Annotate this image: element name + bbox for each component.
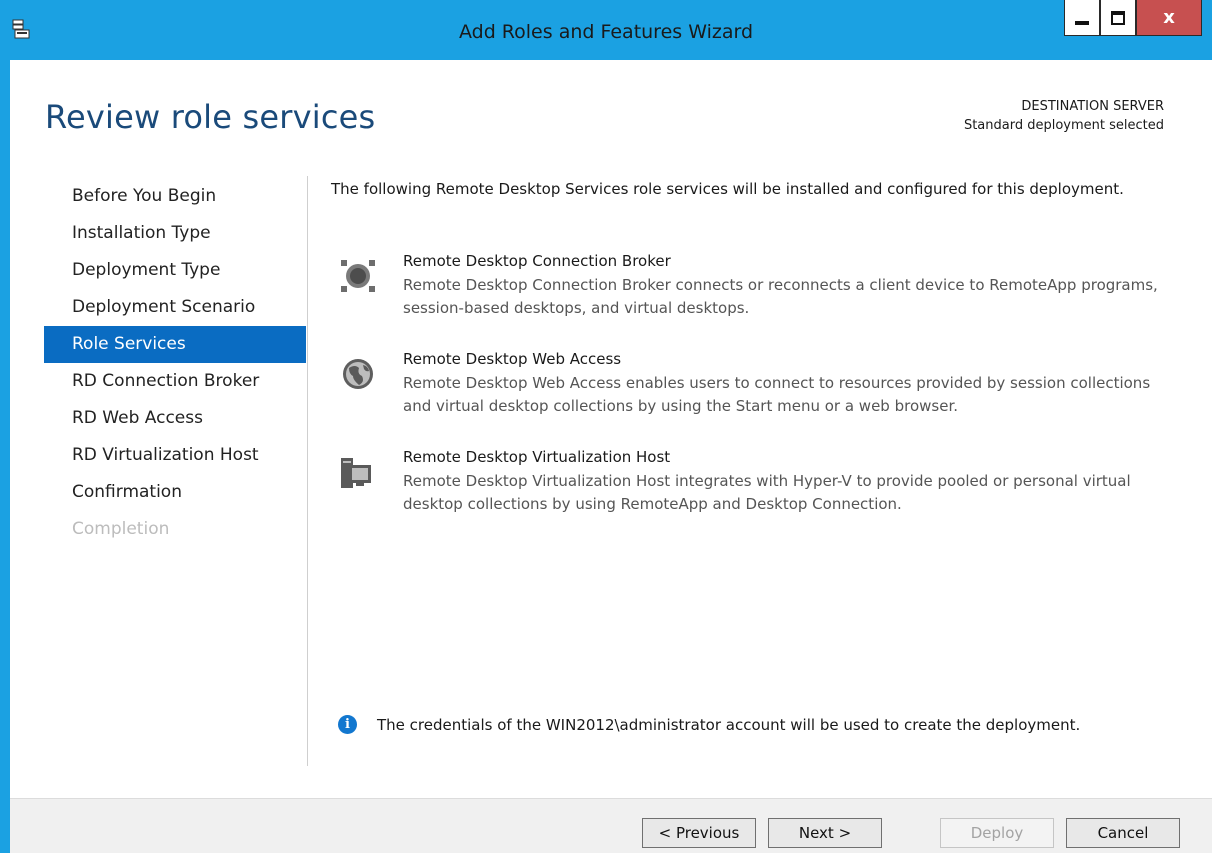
maximize-icon <box>1111 10 1125 25</box>
minimize-button[interactable] <box>1064 0 1100 36</box>
service-description: Remote Desktop Virtualization Host integ… <box>403 472 1131 513</box>
cancel-button[interactable]: Cancel <box>1066 818 1180 848</box>
next-button[interactable]: Next > <box>768 818 882 848</box>
intro-text: The following Remote Desktop Services ro… <box>331 180 1124 198</box>
nav-item-completion: Completion <box>72 519 170 539</box>
nav-item-rd-connection-broker[interactable]: RD Connection Broker <box>44 363 306 400</box>
connection-broker-icon <box>339 256 383 300</box>
nav-item-deployment-type[interactable]: Deployment Type <box>44 252 306 289</box>
destination-server-label: DESTINATION SERVER <box>1021 99 1164 114</box>
service-title: Remote Desktop Connection Broker <box>403 252 671 270</box>
window-title: Add Roles and Features Wizard <box>458 21 754 43</box>
nav-item-installation-type[interactable]: Installation Type <box>44 215 306 252</box>
service-title: Remote Desktop Virtualization Host <box>403 448 671 466</box>
close-button[interactable]: x <box>1136 0 1202 36</box>
credentials-info-text: The credentials of the WIN2012\administr… <box>377 715 1081 734</box>
wizard-client-area: Review role services DESTINATION SERVER … <box>10 60 1212 853</box>
deploy-button: Deploy <box>940 818 1054 848</box>
page-title: Review role services <box>45 98 376 136</box>
nav-item-rd-web-access[interactable]: RD Web Access <box>44 400 306 437</box>
virtualization-host-icon <box>339 452 383 496</box>
destination-server-value: Standard deployment selected <box>963 118 1164 133</box>
content-pane: The following Remote Desktop Services ro… <box>331 178 1158 513</box>
nav-item-deployment-scenario[interactable]: Deployment Scenario <box>44 289 306 326</box>
minimize-icon <box>1075 20 1089 25</box>
nav-divider <box>307 176 308 766</box>
service-description: Remote Desktop Connection Broker connect… <box>403 276 1158 317</box>
wizard-steps-nav: Before You Begin Installation Type Deplo… <box>44 178 306 548</box>
maximize-button[interactable] <box>1100 0 1136 36</box>
nav-item-rd-virtualization-host[interactable]: RD Virtualization Host <box>44 437 306 474</box>
title-bar: Add Roles and Features Wizard x <box>0 0 1212 60</box>
web-access-globe-icon <box>339 354 383 398</box>
credentials-info: i The credentials of the WIN2012\adminis… <box>338 715 1080 734</box>
nav-item-confirmation[interactable]: Confirmation <box>44 474 306 511</box>
info-icon: i <box>338 715 357 734</box>
destination-server-info: DESTINATION SERVER Standard deployment s… <box>964 97 1164 135</box>
previous-button[interactable]: < Previous <box>642 818 756 848</box>
nav-item-role-services[interactable]: Role Services <box>44 326 306 363</box>
wizard-footer: < Previous Next > Deploy Cancel <box>10 798 1212 853</box>
nav-item-before-you-begin[interactable]: Before You Begin <box>44 178 306 215</box>
service-title: Remote Desktop Web Access <box>403 350 622 368</box>
service-description: Remote Desktop Web Access enables users … <box>403 374 1151 415</box>
close-icon: x <box>1163 7 1175 28</box>
